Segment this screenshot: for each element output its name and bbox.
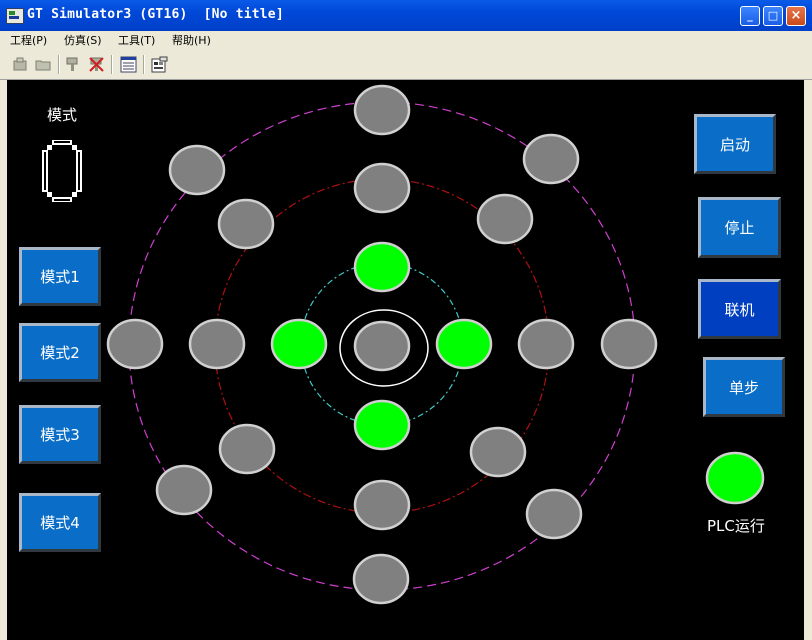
center-lamp: [353, 320, 411, 372]
mode2-button[interactable]: 模式2: [19, 323, 101, 382]
outer-lamp-right: [600, 318, 658, 370]
inner-lamp-bottom: [353, 399, 411, 451]
online-button[interactable]: 联机: [698, 279, 781, 339]
start-button[interactable]: 启动: [694, 114, 776, 174]
stop-button[interactable]: 停止: [698, 197, 781, 258]
outer-lamp-bottom-right: [525, 488, 583, 540]
mode1-button[interactable]: 模式1: [19, 247, 101, 306]
inner-lamp-right: [435, 318, 493, 370]
lamp-diagram: [106, 84, 765, 605]
mode-value-display: 0: [42, 140, 82, 202]
inner-lamp-left: [270, 318, 328, 370]
mode3-button[interactable]: 模式3: [19, 405, 101, 464]
outer-lamp-top: [353, 84, 411, 136]
middle-lamp-right: [517, 318, 575, 370]
middle-lamp-bottom-right: [469, 426, 527, 478]
outer-lamp-top-right: [522, 133, 580, 185]
outer-lamp-bottom-left: [155, 464, 213, 516]
middle-lamp-bottom-left: [218, 423, 276, 475]
inner-lamp-top: [353, 241, 411, 293]
mode-label: 模式: [47, 106, 78, 124]
outer-lamp-top-left: [168, 144, 226, 196]
middle-lamp-top: [353, 162, 411, 214]
single-step-button[interactable]: 单步: [703, 357, 785, 417]
middle-lamp-top-right: [476, 193, 534, 245]
mode4-button[interactable]: 模式4: [19, 493, 101, 552]
middle-lamp-left: [188, 318, 246, 370]
outer-lamp-left: [106, 318, 164, 370]
plc-run-lamp: [705, 451, 765, 505]
middle-lamp-bottom: [353, 479, 411, 531]
middle-lamp-top-left: [217, 198, 275, 250]
outer-lamp-bottom: [352, 553, 410, 605]
plc-run-label: PLC运行: [707, 517, 765, 535]
